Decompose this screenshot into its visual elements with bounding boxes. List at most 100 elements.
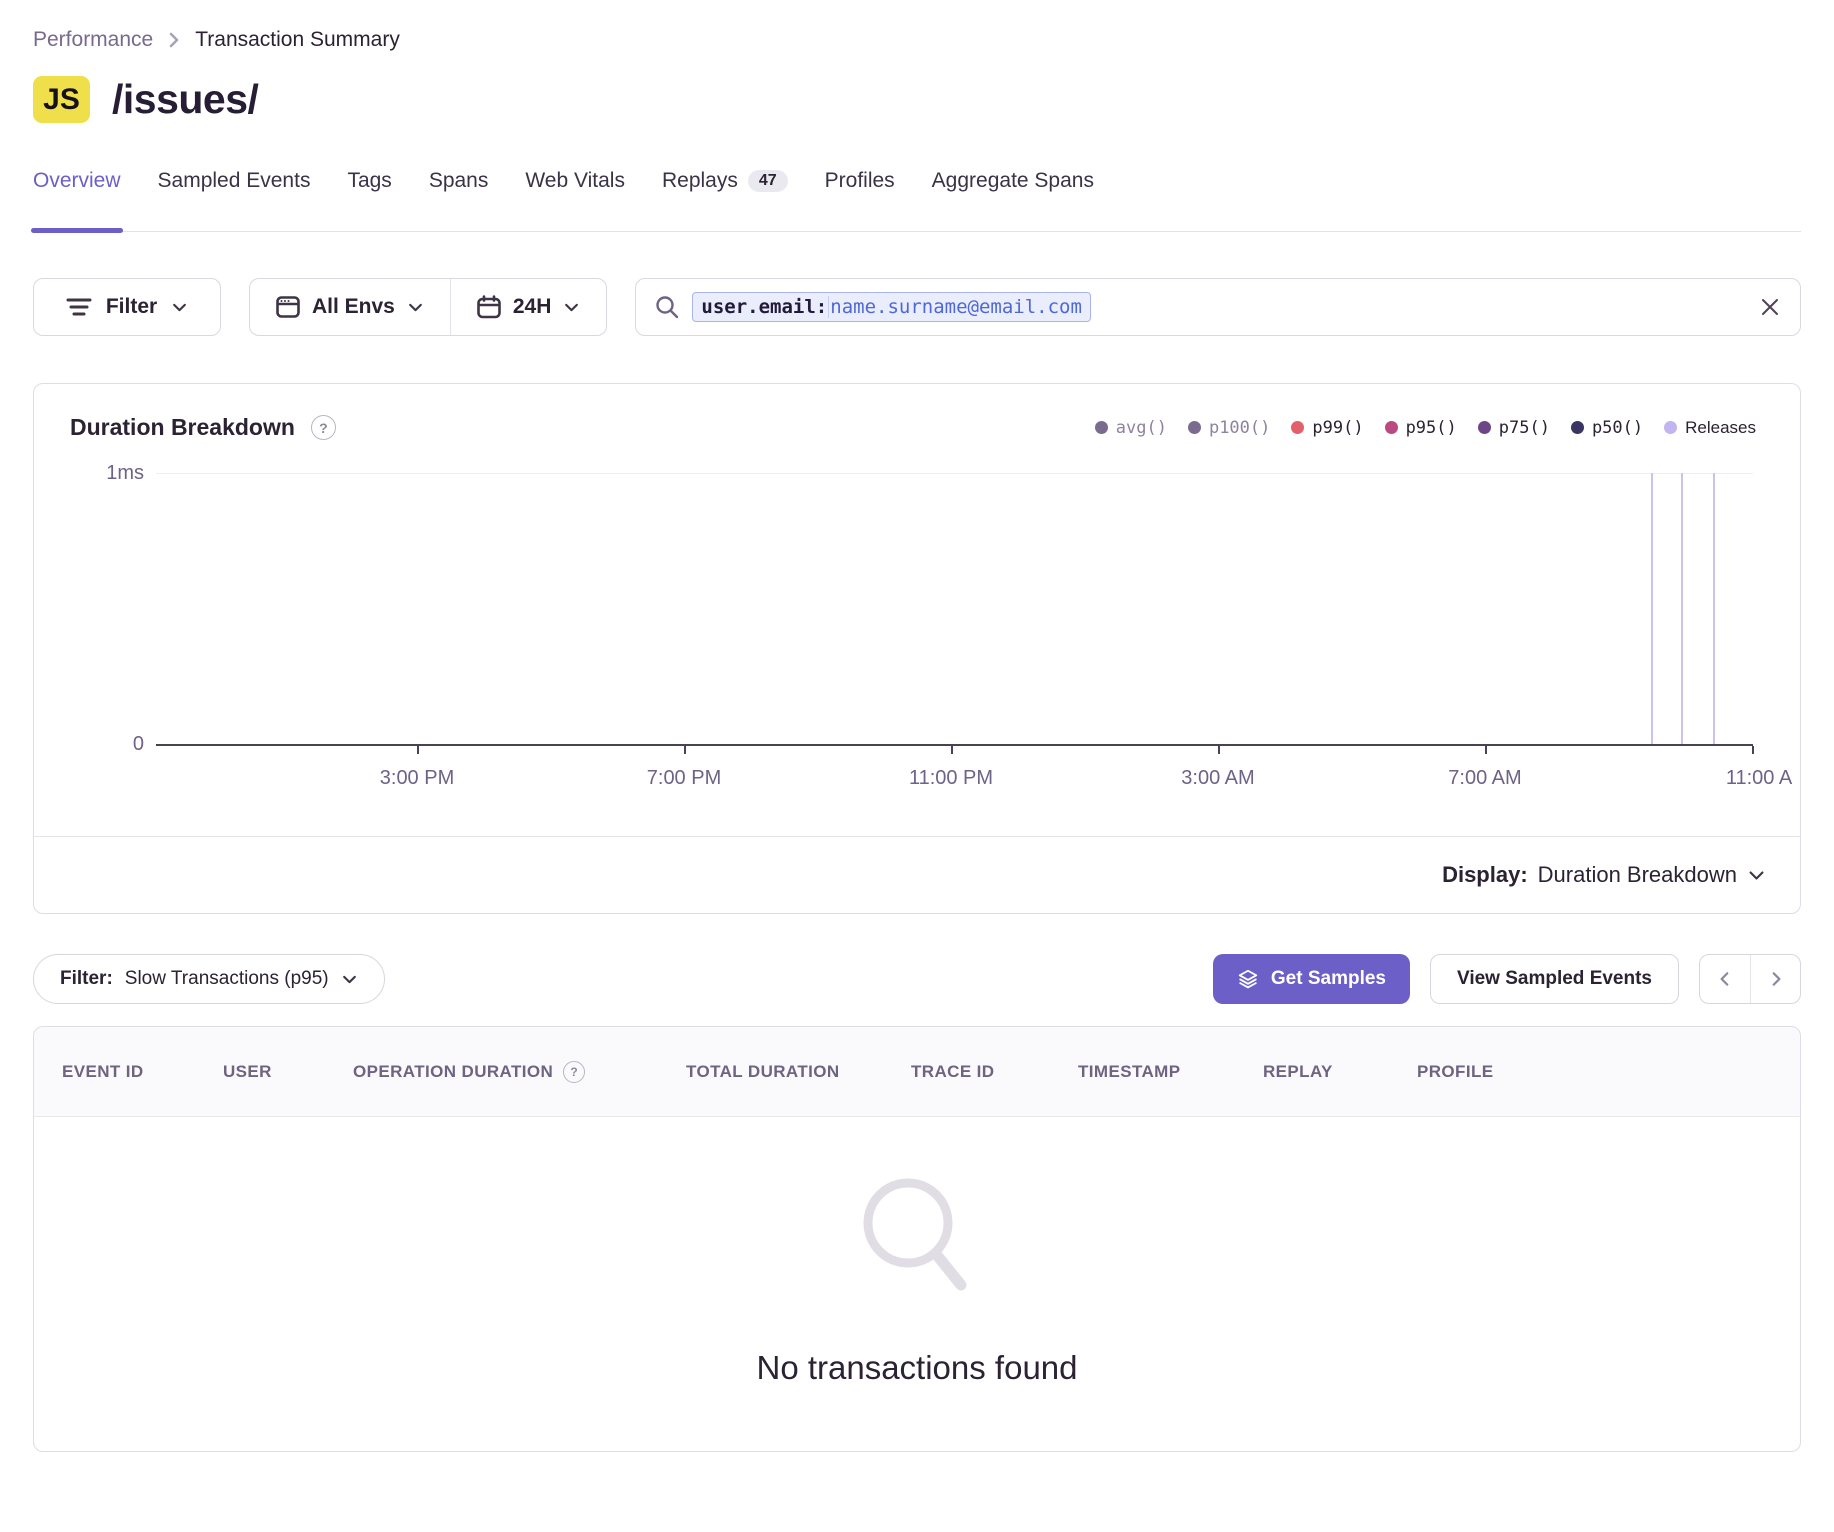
x-axis-label: 3:00 PM <box>380 767 454 790</box>
pagination <box>1699 954 1801 1004</box>
display-label: Display: <box>1442 862 1528 888</box>
x-axis-label: 11:00 A <box>1726 767 1792 790</box>
breadcrumb-current: Transaction Summary <box>195 28 400 52</box>
legend-item-p100[interactable]: p100() <box>1188 418 1270 438</box>
filter-bar: Filter All Envs <box>33 278 1801 336</box>
view-sampled-events-button[interactable]: View Sampled Events <box>1430 954 1679 1004</box>
legend-item-p99[interactable]: p99() <box>1291 418 1363 438</box>
replays-count-badge: 47 <box>748 170 788 192</box>
transaction-summary-page: Performance Transaction Summary JS /issu… <box>0 0 1834 1532</box>
release-marker-line <box>1681 473 1683 745</box>
breadcrumb-performance-link[interactable]: Performance <box>33 28 153 52</box>
chart-title: Duration Breakdown <box>70 414 295 441</box>
page-title: /issues/ <box>112 76 258 123</box>
token-key: user.email: <box>701 296 827 318</box>
legend-dot <box>1478 421 1491 434</box>
release-marker-line <box>1651 473 1653 745</box>
token-divider <box>828 296 829 318</box>
column-header-profile: PROFILE <box>1417 1062 1800 1082</box>
chevron-down-icon <box>563 299 580 316</box>
chevron-down-icon <box>341 971 358 988</box>
tab-overview[interactable]: Overview <box>33 169 121 231</box>
breadcrumb-chevron-icon <box>167 30 181 50</box>
chevron-left-icon <box>1716 970 1734 988</box>
title-row: JS /issues/ <box>33 76 1801 123</box>
transactions-filter-dropdown[interactable]: Filter: Slow Transactions (p95) <box>33 954 385 1004</box>
column-header-event-id: EVENT ID <box>62 1062 223 1082</box>
env-time-control: All Envs 24H <box>249 278 607 336</box>
x-axis-label: 11:00 PM <box>909 767 993 790</box>
chevron-down-icon <box>1747 866 1766 885</box>
column-header-user: USER <box>223 1062 353 1082</box>
next-page-button[interactable] <box>1750 955 1800 1003</box>
get-samples-button[interactable]: Get Samples <box>1213 954 1410 1004</box>
tab-profiles[interactable]: Profiles <box>825 169 895 231</box>
release-marker-line <box>1713 473 1715 745</box>
gridline-1ms <box>156 473 1753 474</box>
transactions-filter-value: Slow Transactions (p95) <box>125 968 329 990</box>
environment-selector[interactable]: All Envs <box>250 279 450 335</box>
filter-dropdown-button[interactable]: Filter <box>33 278 221 336</box>
x-axis-line <box>156 744 1753 746</box>
duration-breakdown-panel: Duration Breakdown ? avg() p100() p99() <box>33 383 1801 914</box>
search-filter-token[interactable]: user.email: name.surname@email.com <box>692 292 1091 322</box>
column-header-timestamp: TIMESTAMP <box>1078 1062 1263 1082</box>
chevron-down-icon <box>171 299 188 316</box>
filter-icon <box>66 297 92 317</box>
tab-tags[interactable]: Tags <box>347 169 391 231</box>
legend-item-releases[interactable]: Releases <box>1664 418 1756 438</box>
chart-help-icon[interactable]: ? <box>311 415 336 440</box>
chevron-right-icon <box>1767 970 1785 988</box>
magnifier-empty-icon <box>852 1173 982 1297</box>
chevron-down-icon <box>407 299 424 316</box>
x-axis-label: 7:00 PM <box>647 767 721 790</box>
tab-web-vitals[interactable]: Web Vitals <box>525 169 625 231</box>
transactions-toolbar: Filter: Slow Transactions (p95) Get Samp… <box>33 954 1801 1004</box>
platform-js-badge: JS <box>33 76 90 123</box>
legend-item-p95[interactable]: p95() <box>1385 418 1457 438</box>
legend-dot <box>1385 421 1398 434</box>
tab-sampled-events[interactable]: Sampled Events <box>158 169 311 231</box>
legend-dot <box>1571 421 1584 434</box>
layers-icon <box>1237 968 1259 990</box>
window-icon <box>276 296 300 318</box>
legend-dot <box>1095 421 1108 434</box>
legend-dot <box>1188 421 1201 434</box>
legend-dot <box>1664 421 1677 434</box>
table-header-row: EVENT ID USER OPERATION DURATION ? TOTAL… <box>34 1027 1800 1117</box>
empty-state-text: No transactions found <box>756 1349 1077 1387</box>
x-axis-label: 3:00 AM <box>1181 767 1254 790</box>
time-range-selector[interactable]: 24H <box>450 279 607 335</box>
legend-item-p50[interactable]: p50() <box>1571 418 1643 438</box>
tab-replays[interactable]: Replays 47 <box>662 169 788 231</box>
chart-plot-area: 1ms 0 3:00 PM 7:00 PM 11:00 PM 3:00 AM 7… <box>34 441 1800 836</box>
clear-search-button[interactable] <box>1758 295 1782 319</box>
previous-page-button[interactable] <box>1700 955 1750 1003</box>
breadcrumb: Performance Transaction Summary <box>33 0 1801 52</box>
column-header-trace-id: TRACE ID <box>911 1062 1078 1082</box>
legend-item-p75[interactable]: p75() <box>1478 418 1550 438</box>
y-axis-label-1ms: 1ms <box>34 462 144 485</box>
tab-aggregate-spans[interactable]: Aggregate Spans <box>932 169 1094 231</box>
display-mode-dropdown[interactable]: Display: Duration Breakdown <box>34 836 1800 913</box>
column-header-operation-duration: OPERATION DURATION ? <box>353 1061 686 1083</box>
display-value: Duration Breakdown <box>1538 862 1737 888</box>
transactions-table: EVENT ID USER OPERATION DURATION ? TOTAL… <box>33 1026 1801 1452</box>
calendar-icon <box>477 295 501 319</box>
column-header-replay: REPLAY <box>1263 1062 1417 1082</box>
search-icon <box>654 294 680 320</box>
search-input[interactable]: user.email: name.surname@email.com <box>635 278 1801 336</box>
x-axis-label: 7:00 AM <box>1448 767 1521 790</box>
legend-dot <box>1291 421 1304 434</box>
empty-state: No transactions found <box>34 1117 1800 1452</box>
column-header-total-duration: TOTAL DURATION <box>686 1062 911 1082</box>
y-axis-label-0: 0 <box>34 733 144 756</box>
chart-header: Duration Breakdown ? avg() p100() p99() <box>34 384 1800 441</box>
operation-duration-help-icon[interactable]: ? <box>563 1061 585 1083</box>
active-tab-underline <box>31 228 123 233</box>
legend-item-avg[interactable]: avg() <box>1095 418 1167 438</box>
tab-spans[interactable]: Spans <box>429 169 489 231</box>
tab-bar: Overview Sampled Events Tags Spans Web V… <box>33 169 1801 232</box>
close-icon <box>1758 295 1782 319</box>
token-value: name.surname@email.com <box>830 296 1082 318</box>
